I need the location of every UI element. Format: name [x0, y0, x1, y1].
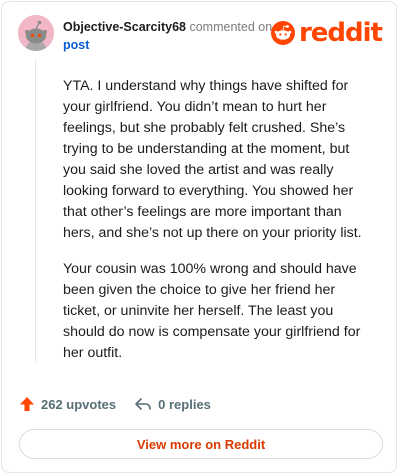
commented-on-text: commented on: [189, 20, 273, 34]
comment-paragraph: YTA. I understand why things have shifte…: [63, 78, 362, 241]
thread-line: [35, 60, 36, 362]
reddit-logo[interactable]: reddit: [270, 18, 383, 48]
post-link[interactable]: post: [63, 36, 283, 54]
reddit-wordmark: reddit: [298, 18, 383, 48]
comment-actions: 262 upvotes 0 replies: [19, 396, 211, 412]
comment-paragraph: Your cousin was 100% wrong and should ha…: [63, 261, 361, 361]
reply-button[interactable]: 0 replies: [134, 396, 211, 412]
user-avatar[interactable]: [18, 15, 54, 51]
upvote-button[interactable]: 262 upvotes: [19, 396, 116, 412]
upvote-arrow-icon: [20, 397, 34, 411]
username-link[interactable]: Objective-Scarcity68: [63, 20, 186, 34]
view-more-button[interactable]: View more on Reddit: [19, 429, 383, 459]
comment-meta: Objective-Scarcity68 commented on post: [63, 18, 283, 54]
snoo-avatar-icon: [18, 15, 54, 51]
reply-count: 0 replies: [158, 396, 211, 412]
comment-card: Objective-Scarcity68 commented on post r…: [1, 1, 397, 473]
comment-body: YTA. I understand why things have shifte…: [63, 76, 363, 379]
reply-arrow-icon: [135, 398, 151, 410]
upvote-count: 262 upvotes: [41, 396, 117, 412]
reddit-snoo-icon: [270, 21, 295, 45]
